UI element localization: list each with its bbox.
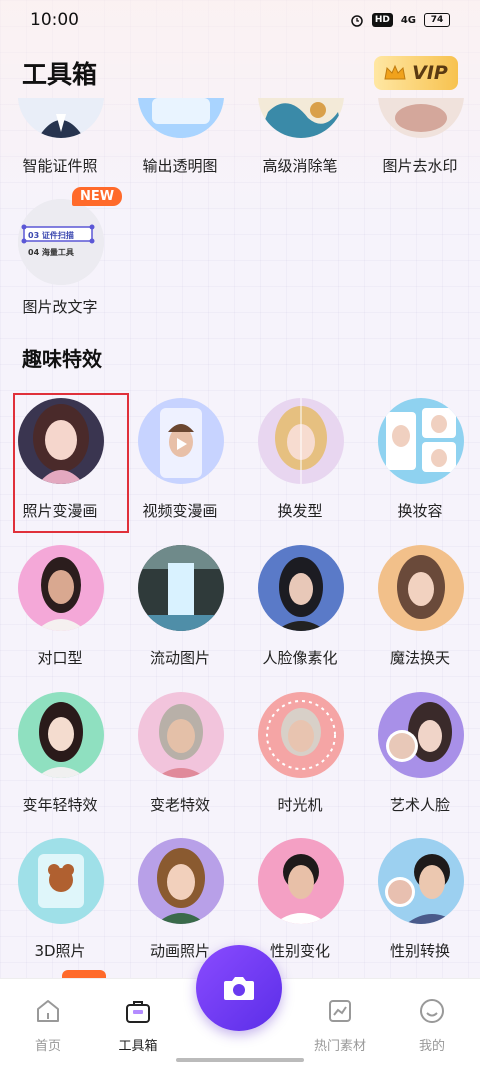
effect-label: 3D照片 [34, 942, 86, 960]
camera-icon [224, 977, 254, 1000]
effect-item-change-makeup[interactable]: 换妆容 [360, 398, 480, 538]
vip-label: VIP [412, 62, 448, 84]
effect-item-3d-photo[interactable]: 3D照片 [0, 838, 120, 978]
vip-button[interactable]: VIP [374, 56, 458, 90]
effect-thumb [138, 838, 224, 924]
alarm-icon [351, 15, 363, 27]
effect-label: 流动图片 [149, 649, 210, 667]
effect-thumb [18, 545, 104, 631]
effect-label: 人脸像素化 [262, 649, 338, 667]
effect-label: 变年轻特效 [22, 796, 98, 814]
effect-label: 对口型 [37, 649, 83, 667]
tool-thumb-text: 04 海量工具 [28, 247, 74, 257]
effect-label: 换发型 [277, 502, 323, 520]
tool-label: 图片改文字 [22, 298, 98, 316]
effect-item-gender-swap[interactable]: 性别转换 [360, 838, 480, 978]
effect-item-photo-to-comic[interactable]: 照片变漫画 [0, 398, 120, 538]
tool-thumb [378, 98, 464, 138]
status-time: 10:00 [30, 10, 79, 30]
tool-item[interactable]: 图片去水印 [360, 98, 480, 178]
effect-thumb [378, 545, 464, 631]
tab-label: 我的 [418, 1039, 445, 1054]
effect-item-video-to-comic[interactable]: 视频变漫画 [120, 398, 240, 538]
tab-toolbox[interactable]: 工具箱 [90, 979, 186, 1067]
tool-thumb [258, 98, 344, 138]
tab-label: 首页 [34, 1039, 61, 1054]
effect-thumb [258, 398, 344, 484]
effect-thumb [258, 838, 344, 924]
effect-label: 性别转换 [389, 942, 450, 960]
effect-thumb [258, 545, 344, 631]
status-bar: 10:00 HD 4G 74 [0, 0, 480, 40]
tool-item[interactable]: 输出透明图 [120, 98, 240, 178]
effect-item-younger[interactable]: 变年轻特效 [0, 692, 120, 832]
tool-thumb [138, 98, 224, 138]
page-title: 工具箱 [22, 60, 98, 89]
effect-item-magic-sky[interactable]: 魔法换天 [360, 545, 480, 685]
tool-item[interactable]: 03 证件扫描 04 海量工具 NEW 图片改文字 [0, 187, 123, 323]
tool-thumb [18, 98, 104, 138]
effect-item-flowing-image[interactable]: 流动图片 [120, 545, 240, 685]
new-badge: NEW [72, 187, 123, 206]
effect-item-change-hair[interactable]: 换发型 [240, 398, 360, 538]
effect-thumb [138, 545, 224, 631]
effect-thumb [138, 692, 224, 778]
effect-item-time-machine[interactable]: 时光机 [240, 692, 360, 832]
tool-content[interactable]: 智能证件照 输出透明图 高级消除笔 图片去水印 03 证件扫描 04 海量工具 … [0, 98, 480, 978]
effect-thumb [378, 838, 464, 924]
tool-thumb: 03 证件扫描 04 海量工具 [18, 199, 104, 285]
section-title: 趣味特效 [22, 347, 102, 371]
home-indicator [176, 1058, 304, 1062]
effect-label: 视频变漫画 [142, 502, 218, 520]
tab-mine[interactable]: 我的 [384, 979, 480, 1067]
tool-item[interactable]: 高级消除笔 [240, 98, 360, 178]
smile-icon [420, 999, 444, 1023]
crown-icon [384, 64, 406, 80]
tool-item[interactable]: 智能证件照 [0, 98, 120, 178]
tool-thumb-text: 03 证件扫描 [28, 230, 74, 240]
home-icon [37, 1000, 59, 1022]
effect-thumb [18, 398, 104, 484]
toolbox-icon [126, 1001, 150, 1023]
effect-thumb [258, 692, 344, 778]
effect-item-lip-sync[interactable]: 对口型 [0, 545, 120, 685]
effect-thumb [18, 692, 104, 778]
effect-thumb [378, 692, 464, 778]
effect-thumb [18, 838, 104, 924]
effect-thumb [138, 398, 224, 484]
effect-item-art-face[interactable]: 艺术人脸 [360, 692, 480, 832]
tool-label: 输出透明图 [142, 157, 218, 175]
status-icons: HD 4G 74 [350, 13, 450, 27]
tool-label: 高级消除笔 [262, 157, 338, 175]
tab-label: 热门素材 [313, 1039, 366, 1054]
effect-item-older[interactable]: 变老特效 [120, 692, 240, 832]
tab-hot-materials[interactable]: 热门素材 [292, 979, 388, 1067]
header: 工具箱 VIP [0, 48, 480, 98]
battery-icon: 74 [424, 13, 450, 27]
tool-label: 智能证件照 [22, 157, 98, 175]
tool-label: 图片去水印 [382, 157, 458, 175]
effect-label: 照片变漫画 [22, 502, 98, 520]
effect-label: 变老特效 [149, 796, 210, 814]
effect-label: 魔法换天 [389, 649, 450, 667]
effect-item-face-pixelate[interactable]: 人脸像素化 [240, 545, 360, 685]
camera-button[interactable] [196, 945, 282, 1031]
effect-label: 换妆容 [397, 502, 443, 520]
effect-thumb [378, 398, 464, 484]
hd-icon: HD [371, 13, 393, 27]
effect-label: 艺术人脸 [389, 796, 450, 814]
image-icon [329, 1000, 351, 1022]
effect-label: 时光机 [277, 796, 323, 814]
tab-home[interactable]: 首页 [0, 979, 96, 1067]
signal-icon: 4G [400, 14, 416, 26]
tab-label: 工具箱 [118, 1039, 158, 1054]
